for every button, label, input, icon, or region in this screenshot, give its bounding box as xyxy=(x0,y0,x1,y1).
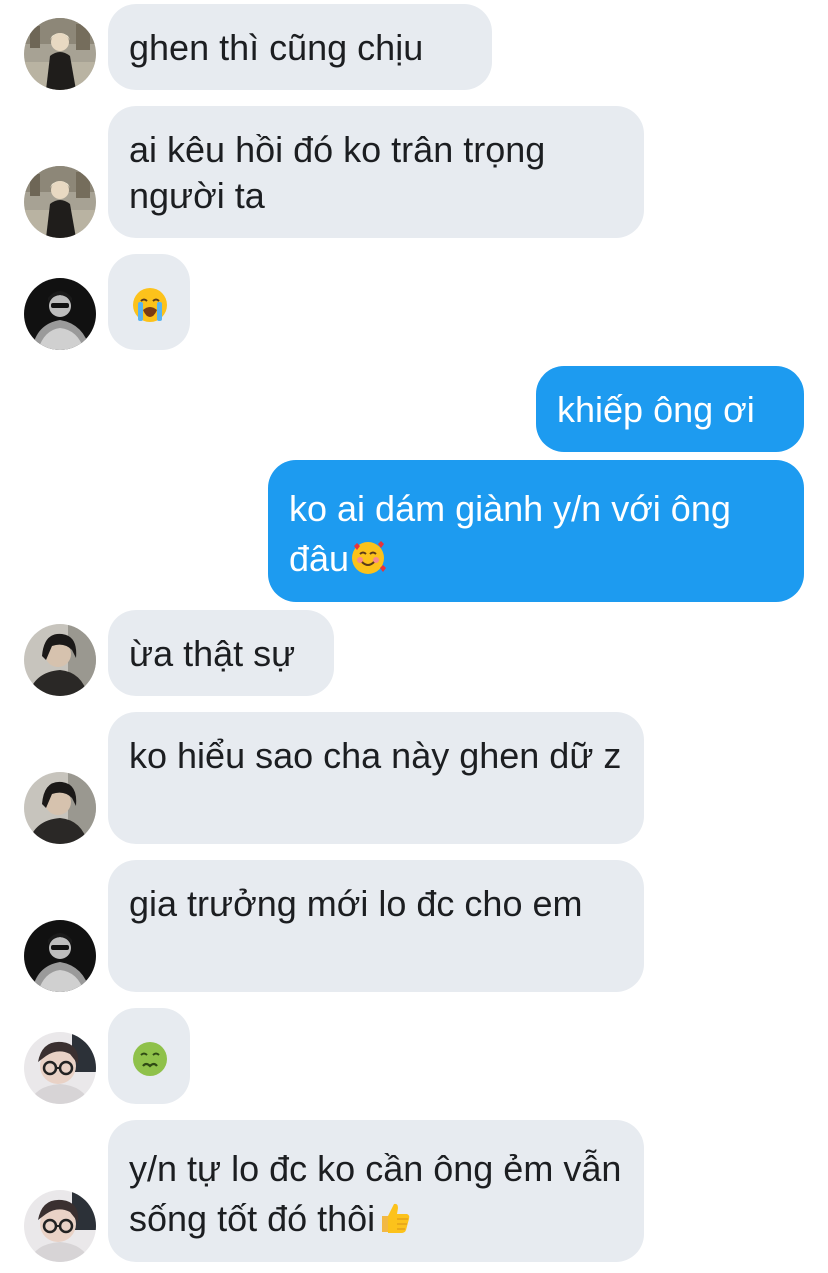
avatar-glasses[interactable] xyxy=(24,1190,96,1262)
incoming-message-bubble[interactable]: ko hiểu sao cha này ghen dữ z xyxy=(108,712,644,844)
profile-photo xyxy=(24,166,96,238)
thumbs-up-icon xyxy=(376,1200,412,1236)
message-text: ghen thì cũng chịu xyxy=(129,27,424,68)
profile-photo xyxy=(24,278,96,350)
outgoing-message-bubble[interactable]: ko ai dám giành y/n với ông đâu xyxy=(268,460,804,602)
avatar-bw-sunglasses[interactable] xyxy=(24,920,96,992)
profile-photo xyxy=(24,1032,96,1104)
avatar-blond-coat[interactable] xyxy=(24,18,96,90)
incoming-message-bubble[interactable]: y/n tự lo đc ko cần ông ẻm vẫn sống tốt … xyxy=(108,1120,644,1262)
avatar-dark-hair[interactable] xyxy=(24,624,96,696)
avatar-glasses[interactable] xyxy=(24,1032,96,1104)
incoming-emoji-bubble[interactable] xyxy=(108,254,190,350)
incoming-emoji-bubble[interactable] xyxy=(108,1008,190,1104)
avatar-blond-coat[interactable] xyxy=(24,166,96,238)
profile-photo xyxy=(24,1190,96,1262)
message-text: ai kêu hồi đó ko trân trọng người ta xyxy=(129,129,546,216)
smiling-face-with-hearts-icon xyxy=(350,540,386,576)
profile-photo xyxy=(24,18,96,90)
message-text: y/n tự lo đc ko cần ông ẻm vẫn sống tốt … xyxy=(129,1148,622,1239)
avatar-bw-sunglasses[interactable] xyxy=(24,278,96,350)
message-text: ko hiểu sao cha này ghen dữ z xyxy=(129,735,622,776)
message-text: gia trưởng mới lo đc cho em xyxy=(129,883,583,924)
profile-photo xyxy=(24,624,96,696)
nauseated-face-icon xyxy=(132,1041,168,1077)
incoming-message-bubble[interactable]: ai kêu hồi đó ko trân trọng người ta xyxy=(108,106,644,238)
avatar-dark-hair[interactable] xyxy=(24,772,96,844)
incoming-message-bubble[interactable]: ghen thì cũng chịu xyxy=(108,4,492,90)
incoming-message-bubble[interactable]: gia trưởng mới lo đc cho em xyxy=(108,860,644,992)
loudly-crying-face-icon xyxy=(132,287,168,323)
outgoing-message-bubble[interactable]: khiếp ông ơi xyxy=(536,366,804,452)
message-text: khiếp ông ơi xyxy=(557,389,755,430)
profile-photo xyxy=(24,920,96,992)
profile-photo xyxy=(24,772,96,844)
incoming-message-bubble[interactable]: ừa thật sự xyxy=(108,610,334,696)
message-text: ừa thật sự xyxy=(129,633,296,674)
